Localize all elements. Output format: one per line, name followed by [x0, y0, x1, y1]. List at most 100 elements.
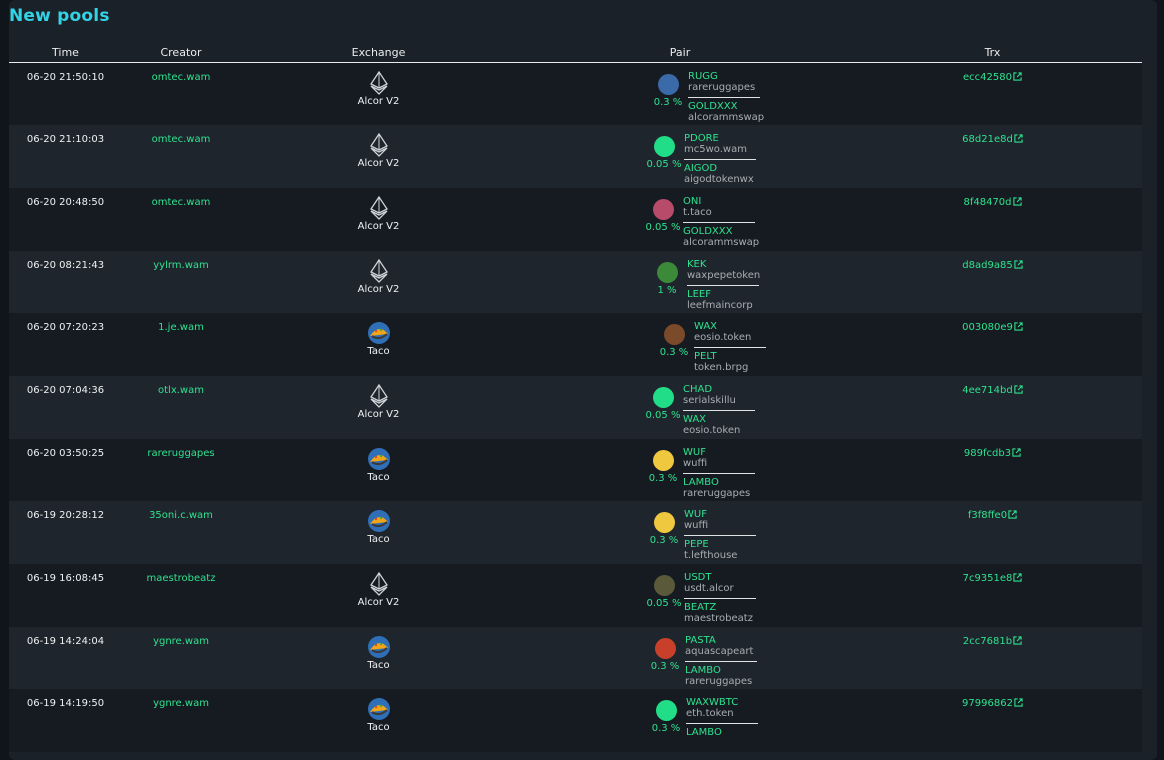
token1-symbol[interactable]: PDORE — [684, 133, 756, 144]
token2-contract: aigodtokenwx — [684, 174, 754, 186]
trx-id[interactable]: ecc42580 — [963, 72, 1012, 83]
token1-symbol[interactable]: RUGG — [688, 71, 764, 82]
external-link-icon[interactable] — [1013, 259, 1023, 271]
token1-symbol[interactable]: CHAD — [683, 384, 755, 395]
exchange-cell: Taco — [240, 313, 517, 376]
external-link-icon[interactable] — [1012, 72, 1022, 83]
trx-id[interactable]: 2cc7681b — [963, 636, 1012, 647]
token2-contract: t.lefthouse — [684, 550, 738, 562]
trx-link[interactable]: 003080e9 — [843, 313, 1142, 376]
token1-contract: usdt.alcor — [684, 583, 734, 594]
trx-link[interactable]: d8ad9a85 — [843, 250, 1142, 314]
creator-link[interactable]: yylrm.wam — [122, 250, 240, 314]
table-row[interactable]: 06-20 03:50:25 rareruggapes Taco 0.3 % WUF wu… — [9, 438, 1142, 502]
creator-link[interactable]: 35oni.c.wam — [122, 501, 240, 564]
token1-symbol[interactable]: WAXWBTC — [686, 697, 758, 708]
trx-link[interactable]: 2cc7681b — [843, 626, 1142, 690]
pair-cell: 1 % KEK waxpepetoken LEEF leefmaincorp — [517, 250, 843, 314]
external-link-icon[interactable] — [1012, 573, 1023, 584]
creator-link[interactable]: maestrobeatz — [122, 564, 240, 627]
trx-id[interactable]: 68d21e8d — [962, 134, 1013, 145]
trx-link[interactable]: 68d21e8d — [843, 125, 1142, 188]
page-title: New pools — [9, 6, 110, 26]
table-row[interactable]: 06-19 16:08:45 maestrobeatz Alcor V2 0.05 %… — [9, 564, 1142, 627]
token2-symbol[interactable]: BEATZ — [684, 602, 756, 613]
table-row[interactable]: 06-20 07:04:36 otlx.wam Alcor V2 0.05 % CHAD… — [9, 375, 1142, 439]
table-row[interactable]: 06-19 14:24:04 ygnre.wam Taco 0.3 % PASTA aqu… — [9, 626, 1142, 690]
token2-contract: eosio.token — [683, 424, 741, 436]
creator-link[interactable]: 1.je.wam — [122, 313, 240, 376]
token2-symbol[interactable]: GOLDXXX — [688, 101, 764, 112]
token2-symbol[interactable]: LAMBO — [683, 477, 755, 488]
token1-contract: waxpepetoken — [687, 269, 761, 281]
token2-symbol[interactable]: PEPE — [684, 539, 756, 550]
pair-divider — [694, 347, 766, 349]
external-link-icon[interactable] — [1012, 636, 1022, 647]
trx-id[interactable]: 97996862 — [962, 698, 1013, 709]
taco-icon — [240, 509, 517, 533]
token2-symbol[interactable]: PELT — [694, 351, 766, 362]
pair-cell: 0.05 % PDORE mc5wo.wam AIGOD aigodtokenwx — [517, 125, 843, 188]
header-pair: Pair — [517, 43, 843, 63]
creator-link[interactable]: omtec.wam — [122, 62, 240, 126]
token2-symbol[interactable]: AIGOD — [684, 163, 756, 174]
external-link-icon[interactable] — [1013, 698, 1023, 709]
time-cell: 06-19 14:24:04 — [9, 626, 122, 690]
external-link-icon[interactable] — [1012, 197, 1022, 208]
trx-link[interactable]: 989fcdb3 — [843, 438, 1142, 502]
token2-symbol[interactable]: LAMBO — [685, 665, 757, 676]
token2-symbol[interactable]: LAMBO — [686, 727, 758, 738]
creator-link[interactable]: omtec.wam — [122, 187, 240, 251]
token1-symbol[interactable]: KEK — [687, 259, 760, 270]
token2-symbol[interactable]: GOLDXXX — [683, 226, 759, 237]
external-link-icon[interactable] — [1007, 510, 1017, 521]
trx-link[interactable]: ecc42580 — [843, 62, 1142, 126]
time-cell: 06-19 16:08:45 — [9, 564, 122, 627]
token1-symbol[interactable]: WUF — [683, 447, 755, 458]
table-row[interactable]: 06-20 07:20:23 1.je.wam Taco 0.3 % WAX eosio.… — [9, 313, 1142, 376]
token1-contract: aquascapeart — [685, 645, 754, 657]
token1-symbol[interactable]: PASTA — [685, 635, 757, 646]
trx-link[interactable]: 4ee714bd — [843, 375, 1142, 439]
token2-contract: maestrobeatz — [684, 613, 753, 624]
token1-contract: t.taco — [683, 206, 712, 218]
table-row[interactable]: 06-20 21:10:03 omtec.wam Alcor V2 0.05 % PDO… — [9, 125, 1142, 188]
table-row[interactable]: 06-19 20:28:12 35oni.c.wam Taco 0.3 % WUF wuf… — [9, 501, 1142, 564]
trx-id[interactable]: 989fcdb3 — [964, 448, 1011, 459]
taco-icon — [240, 635, 517, 659]
exchange-cell: Alcor V2 — [240, 62, 517, 126]
external-link-icon[interactable] — [1011, 447, 1021, 459]
token1-symbol[interactable]: ONI — [683, 196, 759, 207]
trx-id[interactable]: 003080e9 — [962, 322, 1013, 333]
token2-symbol[interactable]: WAX — [683, 414, 755, 425]
creator-link[interactable]: ygnre.wam — [122, 626, 240, 690]
token1-symbol[interactable]: WAX — [694, 321, 766, 332]
token1-symbol[interactable]: WUF — [684, 509, 756, 520]
creator-link[interactable]: omtec.wam — [122, 125, 240, 188]
table-row[interactable]: 06-20 08:21:43 yylrm.wam Alcor V2 1 % KEK wax… — [9, 250, 1142, 314]
creator-link[interactable]: otlx.wam — [122, 375, 240, 439]
pair-cell: 0.05 % USDT usdt.alcor BEATZ maestrobeatz — [517, 564, 843, 627]
trx-link[interactable]: 8f48470d — [843, 187, 1142, 251]
token1-symbol[interactable]: USDT — [684, 572, 756, 583]
creator-link[interactable]: rareruggapes — [122, 438, 240, 502]
trx-link[interactable]: 7c9351e8 — [843, 564, 1142, 627]
trx-id[interactable]: d8ad9a85 — [962, 260, 1012, 271]
exchange-cell: Alcor V2 — [240, 250, 517, 314]
trx-id[interactable]: 7c9351e8 — [963, 573, 1013, 584]
alcor-icon — [240, 71, 517, 95]
header-time: Time — [9, 43, 122, 63]
trx-id[interactable]: f3f8ffe0 — [968, 510, 1007, 521]
external-link-icon[interactable] — [1013, 322, 1023, 333]
fee-label: 0.3 % — [651, 723, 681, 735]
exchange-cell: Taco — [240, 501, 517, 564]
external-link-icon[interactable] — [1013, 385, 1023, 396]
trx-link[interactable]: f3f8ffe0 — [843, 501, 1142, 564]
table-row[interactable]: 06-20 21:50:10 omtec.wam Alcor V2 0.3 % RUGG… — [9, 62, 1142, 126]
external-link-icon[interactable] — [1013, 134, 1023, 145]
token2-symbol[interactable]: LEEF — [687, 289, 760, 300]
exchange-cell: Alcor V2 — [240, 125, 517, 188]
table-row[interactable]: 06-20 20:48:50 omtec.wam Alcor V2 0.05 % ONI… — [9, 187, 1142, 251]
trx-id[interactable]: 4ee714bd — [962, 385, 1012, 396]
trx-id[interactable]: 8f48470d — [963, 197, 1011, 208]
